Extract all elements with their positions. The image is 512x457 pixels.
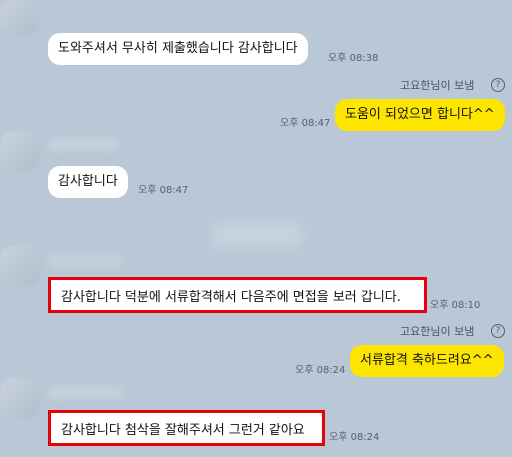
- message-time: 오후 08:24: [295, 365, 346, 376]
- question-circle-icon[interactable]: ?: [491, 324, 505, 338]
- avatar: [0, 0, 38, 36]
- sender-name-blurred: [48, 138, 118, 152]
- message-time: 오후 08:38: [328, 53, 379, 64]
- sender-name-blurred: [48, 386, 122, 400]
- message-time: 오후 08:24: [329, 432, 380, 443]
- message-time: 오후 08:47: [138, 185, 189, 196]
- sender-label: 고요한님이 보냄: [400, 79, 475, 92]
- message-text: 감사합니다 덕분에 서류합격해서 다음주에 면접을 보러 갑니다.: [61, 289, 401, 305]
- incoming-message: 도와주셔서 무사히 제출했습니다 감사합니다: [48, 33, 308, 65]
- message-text: 감사합니다 첨삭을 잘해주셔서 그런거 같아요: [61, 422, 305, 438]
- message-time: 오후 08:47: [280, 118, 331, 129]
- avatar: [0, 378, 40, 418]
- message-time: 오후 08:10: [430, 300, 481, 311]
- outgoing-message: 서류합격 축하드려요^^: [350, 345, 504, 377]
- question-circle-icon[interactable]: ?: [491, 78, 505, 92]
- highlighted-message: 감사합니다 첨삭을 잘해주셔서 그런거 같아요: [48, 410, 325, 446]
- sender-label: 고요한님이 보냄: [400, 325, 475, 338]
- highlighted-message: 감사합니다 덕분에 서류합격해서 다음주에 면접을 보러 갑니다.: [48, 277, 427, 313]
- avatar: [0, 246, 40, 286]
- incoming-message: 감사합니다: [48, 166, 128, 198]
- date-divider-blurred: [212, 222, 302, 248]
- avatar: [0, 131, 40, 171]
- sender-name-blurred: [48, 254, 122, 268]
- outgoing-message: 도움이 되었으면 합니다^^: [335, 99, 505, 131]
